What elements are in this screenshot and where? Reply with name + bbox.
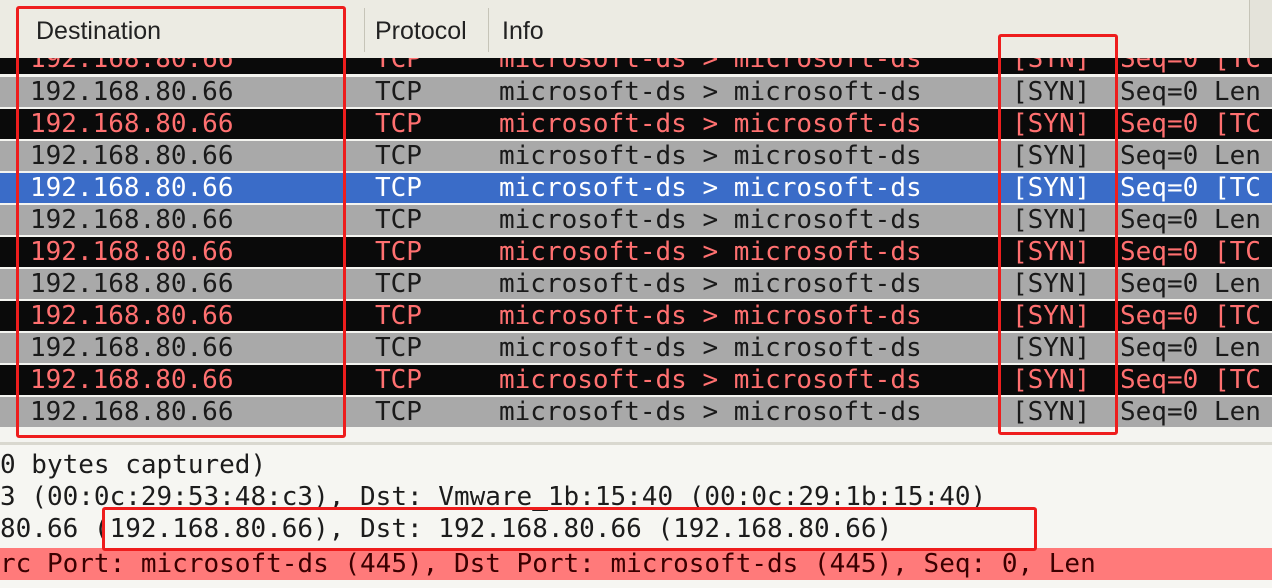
- seq-cell: Seq=0 [TC: [1120, 58, 1261, 74]
- info-cell: microsoft-ds > microsoft-ds: [499, 269, 922, 299]
- column-header-protocol[interactable]: Protocol: [375, 0, 467, 58]
- seq-cell: Seq=0 [TC: [1120, 365, 1261, 395]
- protocol-cell: TCP: [375, 58, 422, 74]
- detail-tcp-line[interactable]: rc Port: microsoft-ds (445), Dst Port: m…: [0, 548, 1272, 580]
- info-cell: microsoft-ds > microsoft-ds: [499, 77, 922, 107]
- info-cell: microsoft-ds > microsoft-ds: [499, 109, 922, 139]
- info-cell: microsoft-ds > microsoft-ds: [499, 333, 922, 363]
- info-cell: microsoft-ds > microsoft-ds: [499, 301, 922, 331]
- seq-cell: Seq=0 Len: [1120, 269, 1261, 299]
- detail-frame-line[interactable]: 0 bytes captured): [0, 449, 1272, 481]
- seq-cell: Seq=0 Len: [1120, 141, 1261, 171]
- annotation-box-syn: [998, 34, 1118, 435]
- protocol-cell: TCP: [375, 397, 422, 427]
- seq-cell: Seq=0 [TC: [1120, 109, 1261, 139]
- protocol-cell: TCP: [375, 333, 422, 363]
- column-header-info[interactable]: Info: [502, 0, 544, 58]
- seq-cell: Seq=0 Len: [1120, 77, 1261, 107]
- seq-cell: Seq=0 [TC: [1120, 301, 1261, 331]
- protocol-cell: TCP: [375, 237, 422, 267]
- info-cell: microsoft-ds > microsoft-ds: [499, 58, 922, 74]
- detail-text: rc Port: microsoft-ds (445), Dst Port: m…: [0, 549, 1096, 579]
- protocol-cell: TCP: [375, 205, 422, 235]
- info-cell: microsoft-ds > microsoft-ds: [499, 397, 922, 427]
- annotation-box-ip: [102, 507, 1037, 551]
- detail-text: 0 bytes captured): [0, 450, 267, 480]
- protocol-cell: TCP: [375, 365, 422, 395]
- protocol-cell: TCP: [375, 77, 422, 107]
- seq-cell: Seq=0 Len: [1120, 205, 1261, 235]
- scrollbar[interactable]: [1249, 0, 1272, 58]
- column-divider[interactable]: [488, 8, 489, 52]
- detail-text: 80.66: [0, 514, 94, 544]
- protocol-cell: TCP: [375, 269, 422, 299]
- protocol-cell: TCP: [375, 109, 422, 139]
- protocol-cell: TCP: [375, 301, 422, 331]
- seq-cell: Seq=0 [TC: [1120, 237, 1261, 267]
- annotation-box-destination: [16, 6, 346, 438]
- seq-cell: Seq=0 Len: [1120, 397, 1261, 427]
- protocol-cell: TCP: [375, 173, 422, 203]
- info-cell: microsoft-ds > microsoft-ds: [499, 205, 922, 235]
- seq-cell: Seq=0 Len: [1120, 333, 1261, 363]
- protocol-cell: TCP: [375, 141, 422, 171]
- info-cell: microsoft-ds > microsoft-ds: [499, 237, 922, 267]
- column-divider[interactable]: [364, 8, 365, 52]
- info-cell: microsoft-ds > microsoft-ds: [499, 365, 922, 395]
- info-cell: microsoft-ds > microsoft-ds: [499, 141, 922, 171]
- seq-cell: Seq=0 [TC: [1120, 173, 1261, 203]
- info-cell: microsoft-ds > microsoft-ds: [499, 173, 922, 203]
